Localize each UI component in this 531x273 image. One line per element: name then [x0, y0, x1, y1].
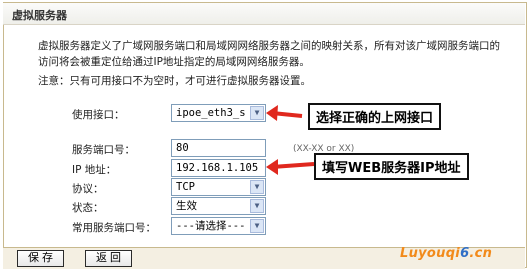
watermark-part1: Luyouqi	[400, 246, 461, 261]
annotation-arrows	[266, 105, 315, 175]
arrow-line-ip	[271, 162, 315, 169]
callout-ip: 填写WEB服务器IP地址	[314, 153, 469, 180]
arrow-head-interface	[266, 105, 278, 121]
watermark-logo: Luyouqi6.cn	[400, 246, 492, 261]
save-button[interactable]: 保 存	[17, 250, 65, 267]
arrow-head-ip	[266, 159, 278, 175]
callout-interface: 选择正确的上网接口	[308, 103, 442, 130]
watermark-part3: .cn	[469, 246, 493, 261]
back-button[interactable]: 返 回	[85, 250, 133, 267]
